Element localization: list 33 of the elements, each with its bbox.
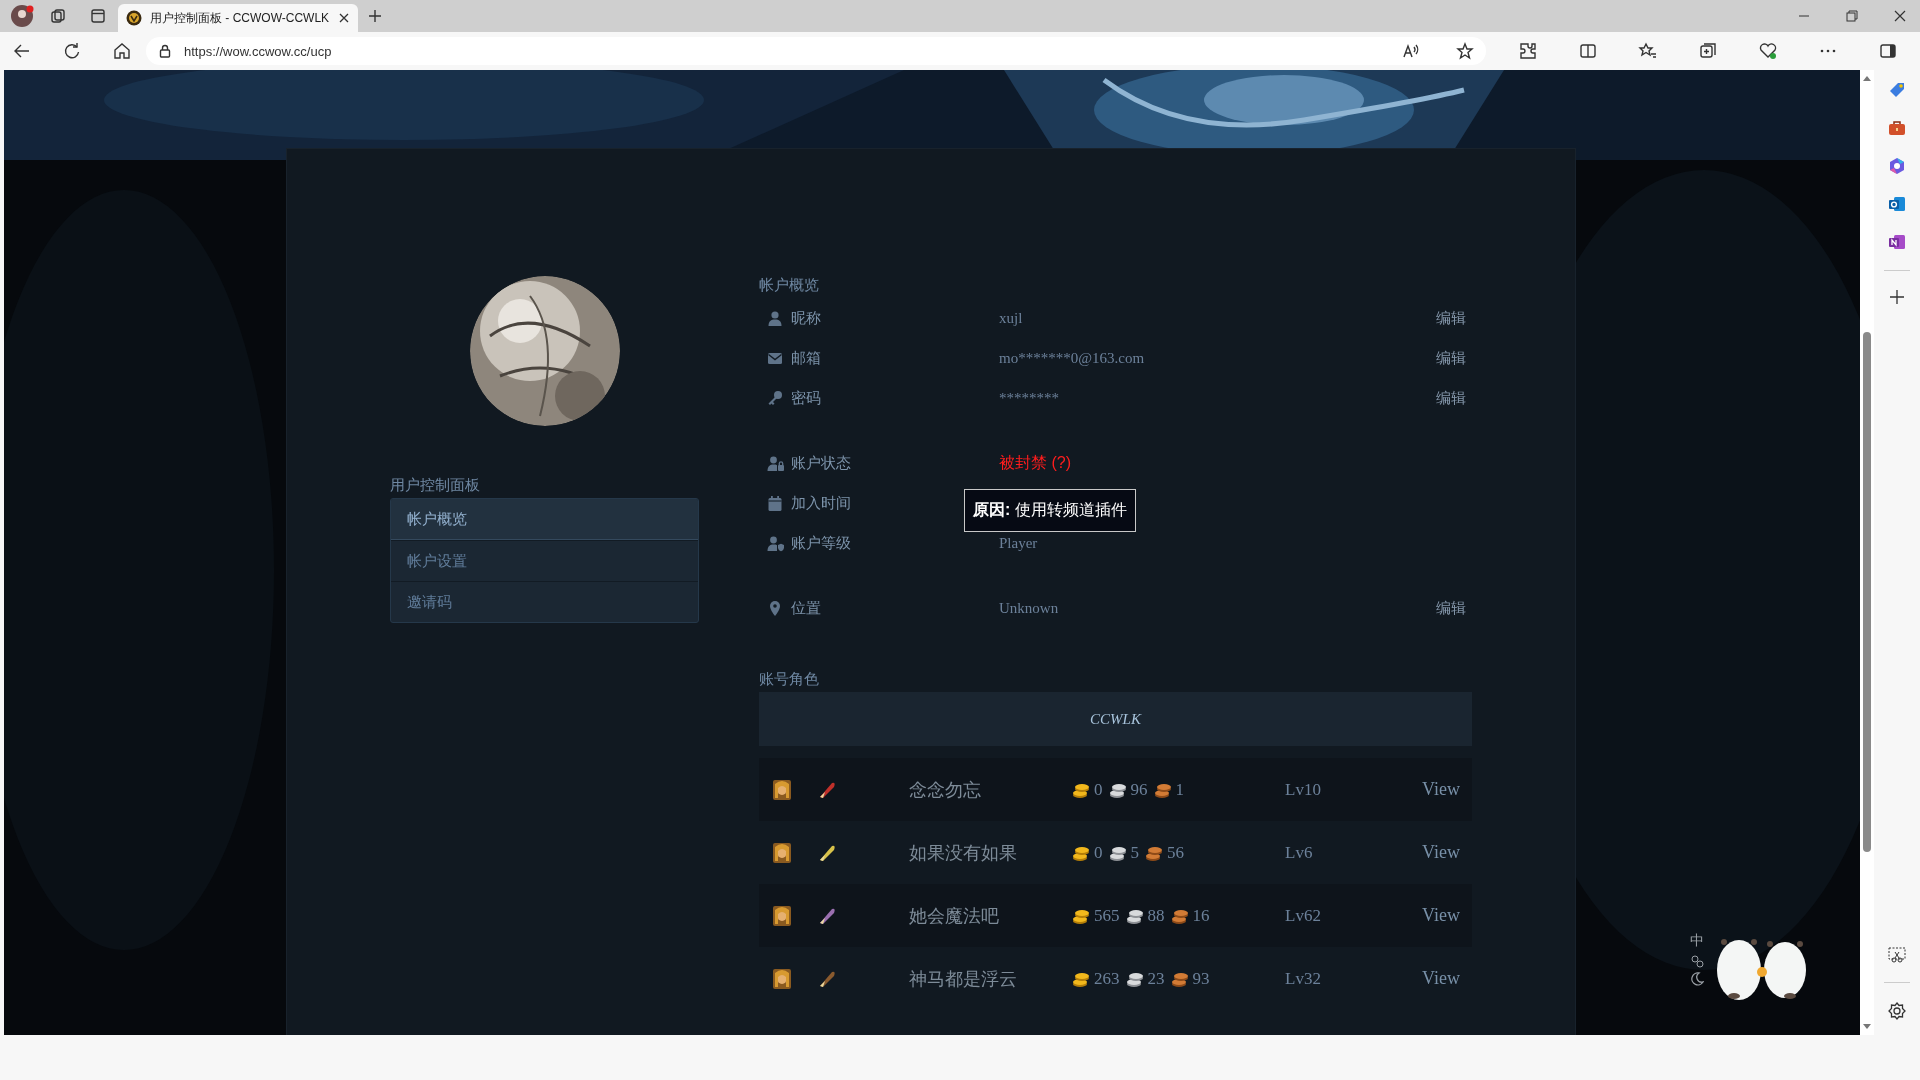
tab-title: 用户控制面板 - CCWOW-CCWLK [150, 9, 330, 27]
address-bar[interactable]: https://wow.ccwow.cc/ucp [146, 37, 1486, 65]
add-icon[interactable] [1889, 289, 1905, 305]
home-icon[interactable] [112, 41, 132, 61]
toolbox-icon[interactable] [1887, 118, 1907, 138]
restore-icon[interactable] [1846, 10, 1858, 22]
split-screen-icon[interactable] [1578, 41, 1598, 61]
close-icon[interactable] [338, 12, 350, 24]
workspaces-icon[interactable] [50, 8, 66, 24]
vertical-tabs-icon[interactable] [90, 8, 106, 24]
url-text: https://wow.ccwow.cc/ucp [184, 43, 332, 59]
new-tab-icon[interactable] [368, 9, 382, 23]
favicon-icon [126, 10, 142, 26]
close-icon[interactable] [1894, 10, 1906, 22]
screenshot-icon[interactable] [1887, 946, 1907, 964]
heart-pulse-icon[interactable] [1758, 41, 1778, 61]
mail-app-icon[interactable] [1887, 194, 1907, 214]
refresh-icon[interactable] [62, 41, 82, 61]
scrollbar-thumb[interactable] [1863, 332, 1871, 852]
scroll-down-icon[interactable] [1862, 1023, 1872, 1031]
read-aloud-icon[interactable] [1402, 43, 1420, 59]
copilot-icon[interactable] [1887, 156, 1907, 176]
sidebar-toggle-icon[interactable] [1878, 41, 1898, 61]
scroll-up-icon[interactable] [1862, 74, 1872, 82]
notebook-app-icon[interactable] [1887, 232, 1907, 252]
profile-icon[interactable] [10, 4, 34, 28]
extensions-icon[interactable] [1518, 41, 1538, 61]
lock-icon [158, 44, 172, 58]
browser-tab[interactable]: 用户控制面板 - CCWOW-CCWLK [118, 4, 358, 32]
collections-icon[interactable] [1698, 41, 1718, 61]
settings-icon[interactable] [1887, 1001, 1907, 1021]
favorites-icon[interactable] [1638, 41, 1658, 61]
favorite-icon[interactable] [1456, 42, 1474, 60]
